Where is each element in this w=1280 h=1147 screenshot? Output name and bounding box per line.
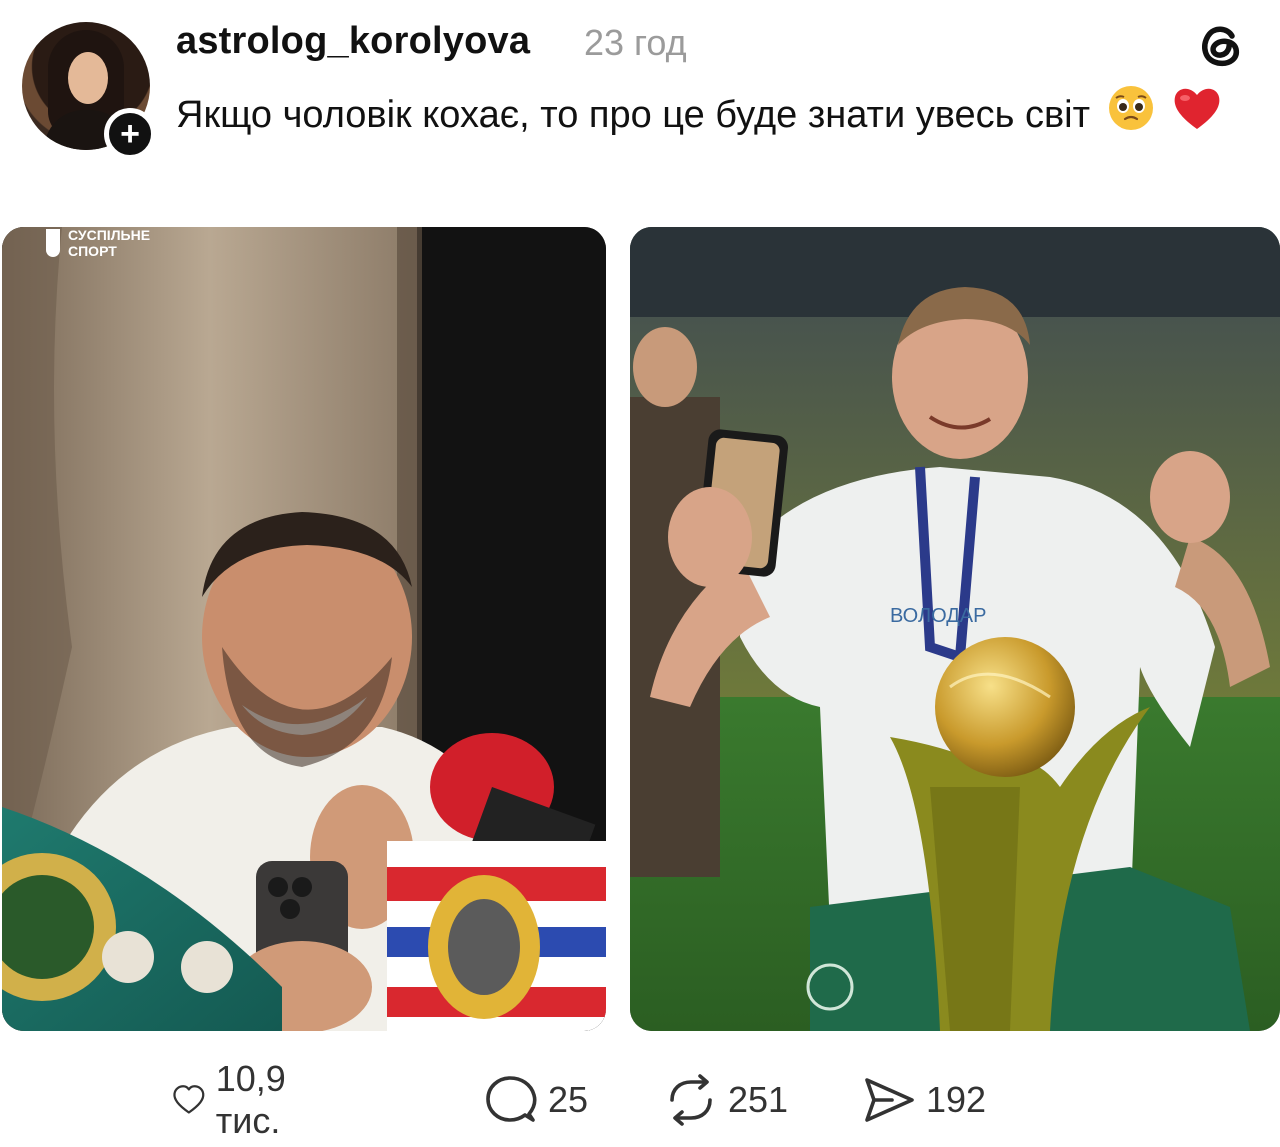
share-button[interactable]: 192: [862, 1072, 986, 1128]
reply-count: 25: [548, 1079, 589, 1120]
red-heart-emoji: [1171, 84, 1223, 150]
post-text: Якщо чоловік кохає, то про це буде знати…: [176, 84, 1236, 150]
post-photo-left[interactable]: СУСПІЛЬНЕ СПОРТ: [2, 227, 606, 1031]
photo-left-scene: [2, 227, 606, 1031]
post-text-body: Якщо чоловік кохає, то про це буде знати…: [176, 94, 1091, 137]
follow-button[interactable]: +: [104, 108, 156, 160]
repost-button[interactable]: 251: [664, 1072, 788, 1128]
post-time: 23 год: [584, 22, 687, 63]
username[interactable]: astrolog_korolyova: [176, 20, 530, 63]
share-count: 192: [926, 1079, 987, 1120]
watermark-logo-icon: [46, 229, 60, 257]
like-count: 10,9 тис.: [215, 1058, 286, 1141]
shirt-text: ВОЛОДАР: [890, 605, 986, 627]
like-button[interactable]: 10,9 тис.: [172, 1058, 306, 1141]
repost-arrows-icon: [670, 1074, 712, 1126]
broadcaster-watermark: СУСПІЛЬНЕ СПОРТ: [46, 227, 150, 259]
post-photo-right[interactable]: ВОЛОДАР: [630, 227, 1280, 1031]
photo-right-scene: ВОЛОДАР: [630, 227, 1280, 1031]
pleading-face-emoji: [1107, 84, 1155, 150]
plus-icon: +: [120, 115, 140, 153]
watermark-line-2: СПОРТ: [68, 243, 117, 259]
reply-button[interactable]: 25: [484, 1072, 588, 1128]
comment-bubble-icon: [486, 1076, 537, 1122]
watermark-line-1: СУСПІЛЬНЕ: [68, 227, 151, 243]
repost-count: 251: [728, 1079, 789, 1120]
avatar-face: [68, 52, 108, 104]
heart-icon: [173, 1085, 205, 1114]
threads-icon[interactable]: [1192, 16, 1250, 74]
send-icon: [865, 1078, 914, 1122]
